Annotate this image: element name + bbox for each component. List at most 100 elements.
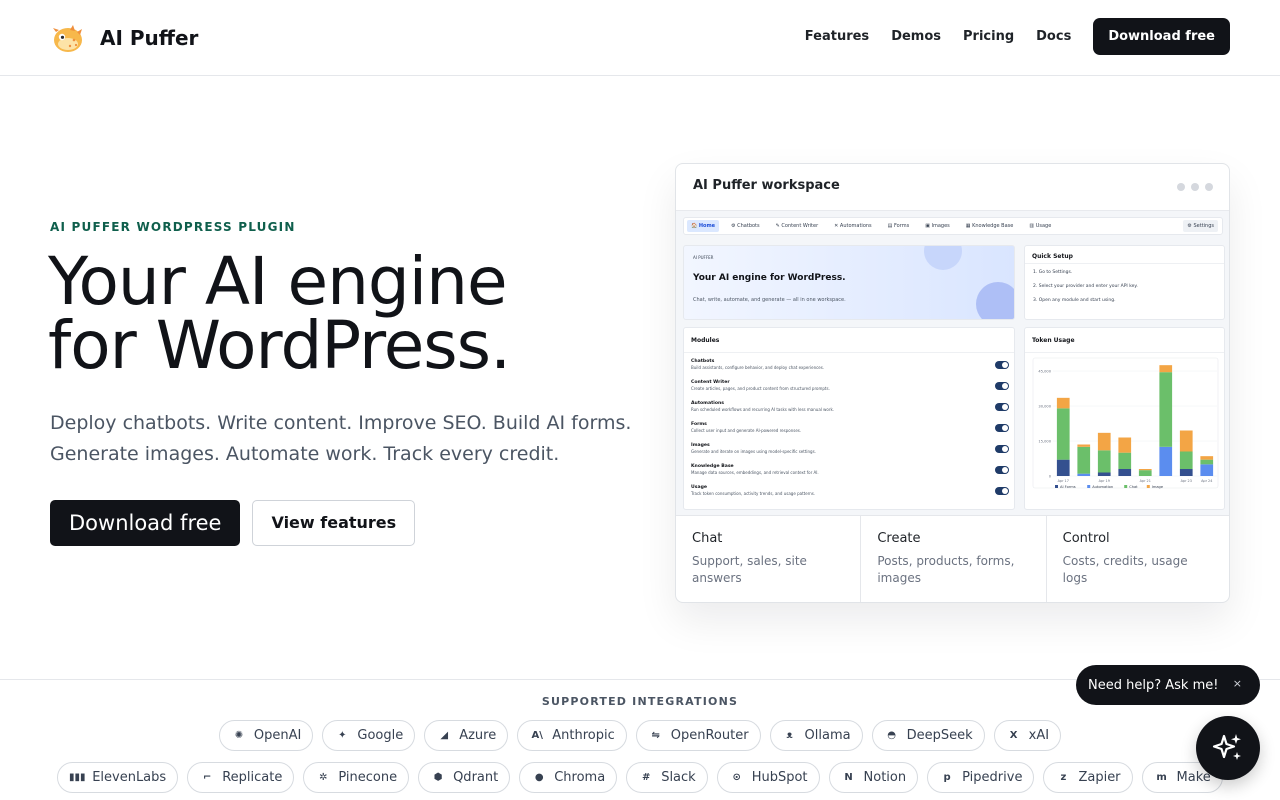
quick-step: 1. Go to Settings. [1033, 270, 1073, 275]
chart-bar-segment [1097, 472, 1111, 476]
chart-y-tick-label: 0 [1049, 475, 1052, 479]
chart-legend-swatch [1146, 485, 1150, 488]
close-icon[interactable]: × [1233, 677, 1242, 690]
integration-chip-notion[interactable]: N Notion [828, 762, 919, 793]
module-toggle[interactable] [995, 466, 1009, 474]
preview-nav-content-writer[interactable]: ✎ Content Writer [772, 220, 823, 232]
integration-chip-xai[interactable]: XxAI [993, 720, 1062, 751]
integration-label: Qdrant [453, 770, 499, 785]
chart-legend-label: Chat [1129, 485, 1138, 489]
integration-label: HubSpot [751, 770, 808, 785]
integrations-row-1: ✺ OpenAI ✦ Google ◢ Azure A\ Anthropic ⇋ OpenRout… [0, 720, 1280, 751]
token-usage-chart: 0 15,000 30,000 45,000 Apr 17 Apr 19 Apr 21 Apr… [1032, 357, 1219, 489]
integration-label: Make [1176, 770, 1211, 785]
integration-chip-elevenlabs[interactable]: ▮▮▮ ElevenLabs [57, 762, 179, 793]
qdrant-icon: ⬢ [433, 772, 443, 783]
integration-chip-anthropic[interactable]: A\ Anthropic [517, 720, 627, 751]
integration-label: Replicate [222, 770, 283, 785]
integration-chip-openai[interactable]: ✺ OpenAI [218, 720, 314, 751]
top-nav: Features Demos Pricing Docs Download fre… [805, 18, 1230, 55]
integration-label: Chroma [554, 770, 606, 785]
integration-chip-google[interactable]: ✦ Google [322, 720, 416, 751]
nav-pricing[interactable]: Pricing [963, 29, 1014, 44]
hero-title-line2: for WordPress. [48, 307, 511, 384]
chart-y-tick-label: 15,000 [1038, 440, 1051, 444]
module-toggle[interactable] [995, 361, 1009, 369]
chart-legend-label: AI Forms [1060, 485, 1076, 489]
preview-hero-panel: AI PUFFER Your AI engine for WordPress. … [683, 245, 1015, 320]
google-icon: ✦ [338, 730, 347, 741]
chart-bar-segment [1200, 459, 1214, 465]
module-toggle[interactable] [995, 403, 1009, 411]
preview-nav-usage[interactable]: ▥ Usage [1025, 220, 1055, 232]
module-toggle[interactable] [995, 424, 1009, 432]
footer-col-create: Create Posts, products, forms, images [861, 516, 1047, 602]
integration-chip-ollama[interactable]: ᴥ Ollama [769, 720, 863, 751]
chart-legend-swatch [1087, 485, 1091, 488]
elevenlabs-icon: ▮▮▮ [68, 772, 86, 783]
chart-y-tick-label: 45,000 [1038, 370, 1051, 374]
module-toggle[interactable] [995, 487, 1009, 495]
integration-chip-pinecone[interactable]: ✲ Pinecone [303, 762, 410, 793]
integration-chip-zapier[interactable]: z Zapier [1043, 762, 1133, 793]
chart-bar-segment [1179, 430, 1193, 452]
module-row: Images Generate and iterate on images usi… [691, 443, 1009, 463]
preview-nav-images[interactable]: ▣ Images [921, 220, 954, 232]
nav-features[interactable]: Features [805, 29, 869, 44]
integration-label: Anthropic [552, 728, 615, 743]
preview-nav-automations[interactable]: ✕ Automations [830, 220, 876, 232]
preview-hero-title: Your AI engine for WordPress. [693, 273, 846, 283]
preview-nav-home[interactable]: 🏠 Home [687, 220, 720, 232]
chart-x-tick-label: Apr 17 [1058, 479, 1069, 483]
integration-chip-replicate[interactable]: ⌐ Replicate [187, 762, 295, 793]
integration-chip-deepseek[interactable]: ◓ DeepSeek [871, 720, 985, 751]
slack-icon: # [641, 772, 651, 783]
preview-token-usage-panel: Token Usage 0 15,000 30,000 45,000 Apr 17 Apr… [1024, 327, 1225, 510]
integration-chip-pipedrive[interactable]: p Pipedrive [927, 762, 1035, 793]
workspace-footer: Chat Support, sales, site answers Create… [676, 515, 1229, 602]
nav-docs[interactable]: Docs [1036, 29, 1071, 44]
integration-chip-slack[interactable]: # Slack [626, 762, 708, 793]
module-row: Automations Run scheduled workflows and r… [691, 401, 1009, 421]
preview-settings-button[interactable]: ⚙ Settings [1183, 220, 1218, 232]
help-bubble-text: Need help? Ask me! [1088, 677, 1219, 693]
chart-bar-segment [1138, 470, 1152, 476]
nav-demos[interactable]: Demos [891, 29, 941, 44]
preview-nav: 🏠 Home ⚙ Chatbots ✎ Content Writer ✕ Aut… [683, 217, 1223, 235]
module-toggle[interactable] [995, 445, 1009, 453]
hubspot-icon: ⊙ [732, 772, 741, 783]
integration-label: Google [357, 728, 404, 743]
preview-nav-knowledge-base[interactable]: ▦ Knowledge Base [962, 220, 1018, 232]
chart-bar-segment [1159, 372, 1173, 447]
view-features-button[interactable]: View features [252, 500, 416, 546]
integrations-row-2: ▮▮▮ ElevenLabs ⌐ Replicate ✲ Pinecone ⬢ Qdrant ●… [0, 762, 1280, 793]
module-toggle[interactable] [995, 382, 1009, 390]
chart-x-tick-label: Apr 19 [1099, 479, 1110, 483]
ollama-icon: ᴥ [786, 730, 793, 741]
preview-nav-chatbots[interactable]: ⚙ Chatbots [727, 220, 764, 232]
integration-chip-hubspot[interactable]: ⊙ HubSpot [716, 762, 820, 793]
integration-chip-openrouter[interactable]: ⇋ OpenRouter [635, 720, 761, 751]
integration-label: DeepSeek [906, 728, 973, 743]
download-free-button[interactable]: Download free [50, 500, 241, 546]
chart-bar-segment [1138, 469, 1152, 471]
integration-label: ElevenLabs [92, 770, 167, 785]
preview-nav-forms[interactable]: ▤ Forms [884, 220, 914, 232]
integration-label: OpenRouter [670, 728, 749, 743]
chroma-icon: ● [534, 772, 544, 783]
chart-legend-label: Automation [1092, 485, 1113, 489]
header-download-button[interactable]: Download free [1093, 18, 1230, 55]
integration-chip-qdrant[interactable]: ⬢ Qdrant [418, 762, 511, 793]
help-bubble[interactable]: Need help? Ask me! × [1076, 665, 1260, 705]
brand[interactable]: AI Puffer [50, 20, 198, 56]
chart-legend-swatch [1124, 485, 1128, 488]
assistant-launcher-button[interactable] [1196, 716, 1260, 780]
chart-bar-segment [1159, 365, 1173, 373]
chart-bar-segment [1118, 469, 1132, 476]
footer-col-title: Control [1062, 531, 1110, 546]
integration-label: Azure [459, 728, 497, 743]
chart-x-tick-label: Apr 24 [1201, 479, 1212, 483]
integration-chip-chroma[interactable]: ● Chroma [519, 762, 618, 793]
deepseek-icon: ◓ [887, 730, 896, 741]
integration-chip-azure[interactable]: ◢ Azure [424, 720, 509, 751]
